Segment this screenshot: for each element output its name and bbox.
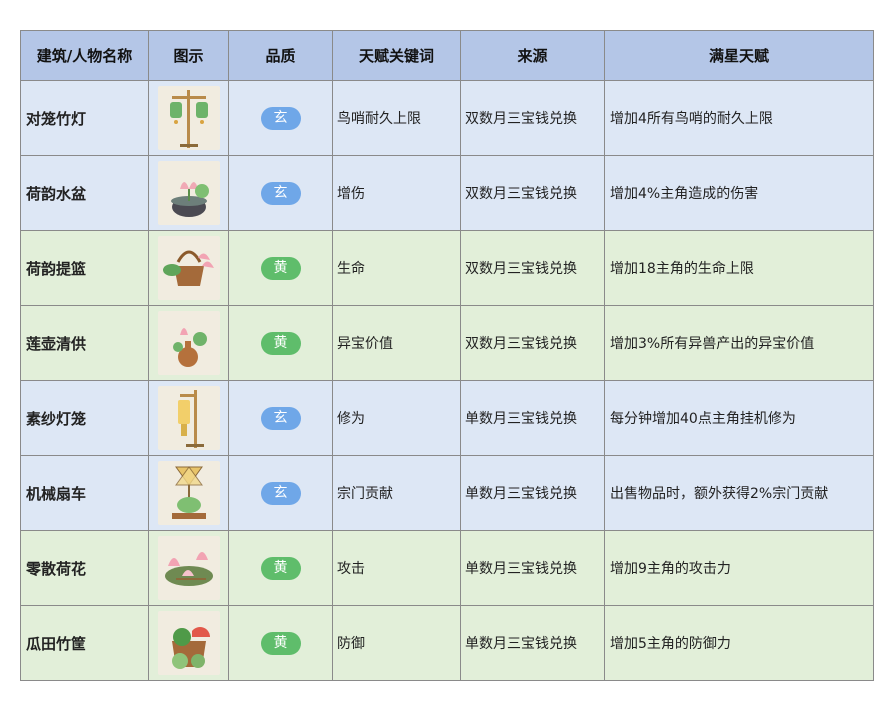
item-name: 素纱灯笼 (20, 380, 149, 456)
gauze-lantern-icon (157, 386, 220, 450)
winnowing-fan-icon (157, 461, 220, 525)
header-quality: 品质 (228, 30, 333, 81)
star-talent-text: 增加3%所有异兽产出的异宝价值 (604, 305, 874, 381)
item-name: 零散荷花 (20, 530, 149, 606)
quality-badge: 黄 (260, 331, 301, 355)
source-text: 单数月三宝钱兑换 (460, 380, 605, 456)
header-icon: 图示 (148, 30, 229, 81)
table-row: 莲壶清供 黄 异宝价值 双数月三宝钱兑换 增加3%所有异兽产出的异宝价值 (20, 305, 874, 381)
talent-keyword: 修为 (332, 380, 461, 456)
quality-badge: 玄 (260, 481, 301, 505)
source-text: 双数月三宝钱兑换 (460, 305, 605, 381)
source-text: 单数月三宝钱兑换 (460, 455, 605, 531)
talent-keyword: 攻击 (332, 530, 461, 606)
source-text: 双数月三宝钱兑换 (460, 80, 605, 156)
table-row: 荷韵水盆 玄 增伤 双数月三宝钱兑换 增加4%主角造成的伤害 (20, 155, 874, 231)
table-row: 荷韵提篮 黄 生命 双数月三宝钱兑换 增加18主角的生命上限 (20, 230, 874, 306)
table-row: 零散荷花 黄 攻击 单数月三宝钱兑换 增加9主角的攻击力 (20, 530, 874, 606)
header-name: 建筑/人物名称 (20, 30, 149, 81)
item-name: 机械扇车 (20, 455, 149, 531)
quality-badge: 黄 (260, 556, 301, 580)
header-source: 来源 (460, 30, 605, 81)
quality-badge: 黄 (260, 256, 301, 280)
table-row: 素纱灯笼 玄 修为 单数月三宝钱兑换 每分钟增加40点主角挂机修为 (20, 380, 874, 456)
melon-basket-icon (157, 611, 220, 675)
lotus-basket-icon (157, 236, 220, 300)
star-talent-text: 增加18主角的生命上限 (604, 230, 874, 306)
talent-keyword: 防御 (332, 605, 461, 681)
source-text: 单数月三宝钱兑换 (460, 605, 605, 681)
talent-keyword: 增伤 (332, 155, 461, 231)
star-talent-text: 增加5主角的防御力 (604, 605, 874, 681)
header-star-talent: 满星天赋 (604, 30, 874, 81)
item-name: 荷韵提篮 (20, 230, 149, 306)
talent-table: 建筑/人物名称 图示 品质 天赋关键词 来源 满星天赋 对笼竹灯 玄 鸟哨耐久上… (20, 30, 874, 681)
item-name: 莲壶清供 (20, 305, 149, 381)
star-talent-text: 出售物品时，额外获得2%宗门贡献 (604, 455, 874, 531)
talent-keyword: 生命 (332, 230, 461, 306)
quality-badge: 玄 (260, 106, 301, 130)
table-row: 瓜田竹筐 黄 防御 单数月三宝钱兑换 增加5主角的防御力 (20, 605, 874, 681)
star-talent-text: 增加9主角的攻击力 (604, 530, 874, 606)
talent-keyword: 宗门贡献 (332, 455, 461, 531)
star-talent-text: 每分钟增加40点主角挂机修为 (604, 380, 874, 456)
scattered-lotus-icon (157, 536, 220, 600)
item-name: 对笼竹灯 (20, 80, 149, 156)
item-name: 瓜田竹筐 (20, 605, 149, 681)
star-talent-text: 增加4%主角造成的伤害 (604, 155, 874, 231)
lotus-basin-icon (157, 161, 220, 225)
table-header-row: 建筑/人物名称 图示 品质 天赋关键词 来源 满星天赋 (20, 30, 874, 81)
table-row: 对笼竹灯 玄 鸟哨耐久上限 双数月三宝钱兑换 增加4所有鸟哨的耐久上限 (20, 80, 874, 156)
lotus-vase-icon (157, 311, 220, 375)
star-talent-text: 增加4所有鸟哨的耐久上限 (604, 80, 874, 156)
quality-badge: 黄 (260, 631, 301, 655)
quality-badge: 玄 (260, 181, 301, 205)
source-text: 双数月三宝钱兑换 (460, 230, 605, 306)
talent-keyword: 鸟哨耐久上限 (332, 80, 461, 156)
item-name: 荷韵水盆 (20, 155, 149, 231)
quality-badge: 玄 (260, 406, 301, 430)
source-text: 双数月三宝钱兑换 (460, 155, 605, 231)
header-keyword: 天赋关键词 (332, 30, 461, 81)
bamboo-lantern-icon (157, 86, 220, 150)
table-row: 机械扇车 玄 宗门贡献 单数月三宝钱兑换 出售物品时，额外获得2%宗门贡献 (20, 455, 874, 531)
source-text: 单数月三宝钱兑换 (460, 530, 605, 606)
talent-keyword: 异宝价值 (332, 305, 461, 381)
